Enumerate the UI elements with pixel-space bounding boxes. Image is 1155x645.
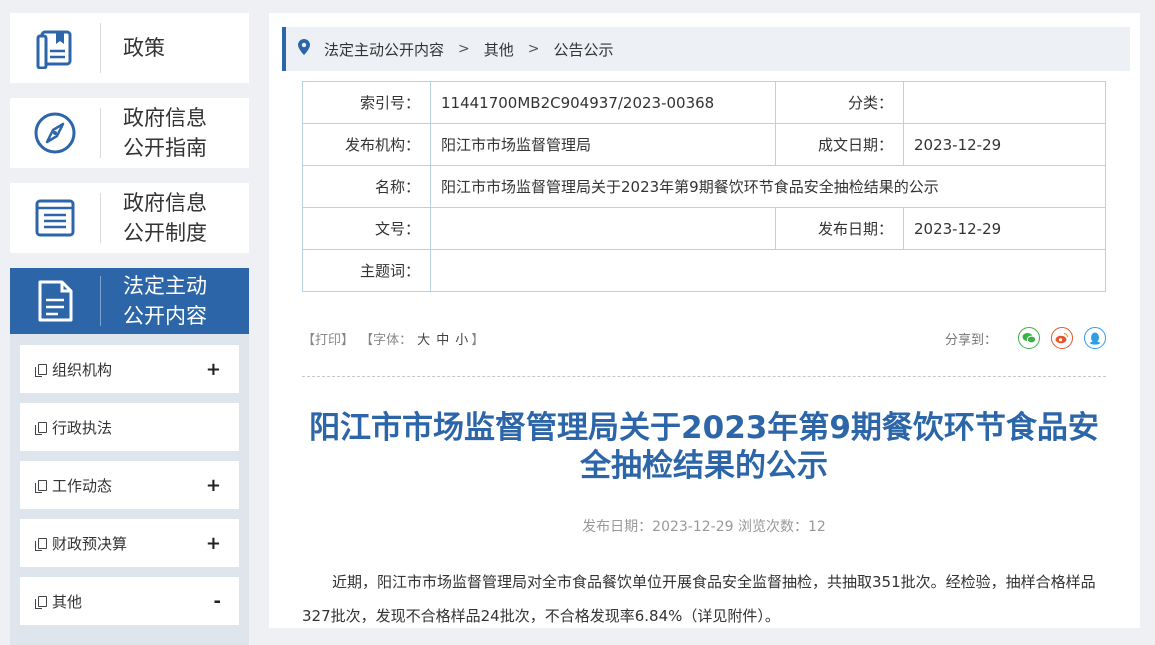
expand-icon[interactable]: + [206, 533, 221, 554]
breadcrumb: 法定主动公开内容 > 其他 > 公告公示 [282, 27, 1130, 71]
breadcrumb-item-announcement[interactable]: 公告公示 [554, 39, 614, 60]
submenu-item-label: 其他 [52, 592, 83, 611]
doc-icon [35, 537, 47, 551]
doc-icon [35, 479, 47, 493]
submenu-item-other[interactable]: 其他 - [20, 577, 239, 625]
font-small-button[interactable]: 小 [455, 333, 468, 348]
submenu-item-work-updates[interactable]: 工作动态 + [20, 461, 239, 509]
breadcrumb-item-other[interactable]: 其他 [484, 39, 514, 60]
doc-no-value [430, 207, 776, 250]
sidebar-item-statutory-disclosure[interactable]: 法定主动 公开内容 [10, 268, 249, 334]
submenu-item-budget[interactable]: 财政预决算 + [20, 519, 239, 567]
divider [302, 376, 1106, 377]
font-size-prefix: 【字体： [360, 332, 413, 348]
expand-icon[interactable]: + [206, 359, 221, 380]
doc-icon [35, 421, 47, 435]
publisher-value: 阳江市市场监督管理局 [430, 123, 776, 166]
submenu-item-organization[interactable]: 组织机构 + [20, 345, 239, 393]
submenu-item-label: 行政执法 [52, 418, 113, 437]
table-row: 索引号： 11441700MB2C904937/2023-00368 分类： [302, 81, 1106, 124]
sidebar-item-disclosure-system[interactable]: 政府信息 公开制度 [10, 183, 249, 253]
table-row: 主题词： [302, 249, 1106, 292]
submenu-item-label: 工作动态 [52, 476, 113, 495]
collapse-icon[interactable]: - [214, 591, 221, 612]
sidebar-item-policy[interactable]: 政策 [10, 13, 249, 83]
index-value: 11441700MB2C904937/2023-00368 [430, 81, 776, 124]
article-title: 阳江市市场监督管理局关于2023年第9期餐饮环节食品安全抽检结果的公示 [309, 410, 1099, 484]
location-pin-icon [298, 39, 310, 59]
table-row: 文号： 发布日期： 2023-12-29 [302, 207, 1106, 250]
qq-icon[interactable] [1084, 327, 1106, 349]
book-icon [10, 13, 100, 83]
font-medium-button[interactable]: 中 [436, 333, 449, 348]
share-bar: 分享到： [945, 327, 1106, 349]
written-date-value: 2023-12-29 [903, 123, 1106, 166]
sidebar: 政策 政府信息 公开指南 政府信息 公开制度 法定主动 公开内容 组织机构 + … [10, 13, 249, 645]
sidebar-item-label-line1: 法定主动 [123, 274, 207, 298]
sidebar-item-label-line2: 公开制度 [123, 221, 207, 245]
sidebar-item-label-line2: 公开指南 [123, 136, 207, 160]
sidebar-submenu: 组织机构 + 行政执法 工作动态 + 财政预决算 + 其他 - [10, 334, 249, 645]
chevron-right-icon: > [458, 41, 470, 57]
table-row: 名称： 阳江市市场监督管理局关于2023年第9期餐饮环节食品安全抽检结果的公示 [302, 165, 1106, 208]
publisher-label: 发布机构： [302, 123, 431, 166]
sidebar-item-label-line2: 公开内容 [123, 304, 207, 328]
category-label: 分类： [775, 81, 904, 124]
name-label: 名称： [302, 165, 431, 208]
weibo-icon[interactable] [1051, 327, 1073, 349]
table-row: 发布机构： 阳江市市场监督管理局 成文日期： 2023-12-29 [302, 123, 1106, 166]
print-button[interactable]: 【打印】 [302, 333, 354, 348]
sidebar-item-label-line1: 政府信息 [123, 106, 207, 130]
keywords-label: 主题词： [302, 249, 431, 292]
font-large-button[interactable]: 大 [417, 333, 430, 348]
name-value: 阳江市市场监督管理局关于2023年第9期餐饮环节食品安全抽检结果的公示 [430, 165, 1106, 208]
sidebar-item-label-line1: 政府信息 [123, 191, 207, 215]
doc-icon [35, 595, 47, 609]
article-pub-info: 发布日期：2023-12-29 浏览次数：12 [582, 519, 826, 535]
font-size-suffix: 】 [471, 332, 485, 348]
publish-date-label: 发布日期： [775, 207, 904, 250]
keywords-value [430, 249, 1106, 292]
compass-icon [10, 98, 100, 168]
share-label: 分享到： [944, 332, 997, 348]
wechat-icon[interactable] [1018, 327, 1040, 349]
sidebar-item-label: 政策 [123, 36, 165, 60]
breadcrumb-item-statutory[interactable]: 法定主动公开内容 [324, 39, 444, 60]
sidebar-item-disclosure-guide[interactable]: 政府信息 公开指南 [10, 98, 249, 168]
submenu-item-label: 财政预决算 [52, 534, 128, 553]
doc-no-label: 文号： [302, 207, 431, 250]
list-doc-icon [10, 183, 100, 253]
doc-icon [35, 363, 47, 377]
toolbar: 【打印】 【字体： 大中小】 分享到： [302, 325, 1106, 351]
metadata-table: 索引号： 11441700MB2C904937/2023-00368 分类： 发… [302, 81, 1106, 292]
written-date-label: 成文日期： [775, 123, 904, 166]
category-value [903, 81, 1106, 124]
submenu-item-label: 组织机构 [52, 360, 113, 379]
expand-icon[interactable]: + [206, 475, 221, 496]
main-content: 法定主动公开内容 > 其他 > 公告公示 索引号： 11441700MB2C90… [269, 13, 1140, 628]
chevron-right-icon: > [527, 41, 540, 57]
publish-date-value: 2023-12-29 [903, 207, 1106, 250]
index-label: 索引号： [302, 81, 431, 124]
document-icon [10, 266, 100, 336]
submenu-item-enforcement[interactable]: 行政执法 [20, 403, 239, 451]
article-body: 近期，阳江市市场监督管理局对全市食品餐饮单位开展食品安全监督抽检，共抽取351批… [302, 573, 1096, 625]
